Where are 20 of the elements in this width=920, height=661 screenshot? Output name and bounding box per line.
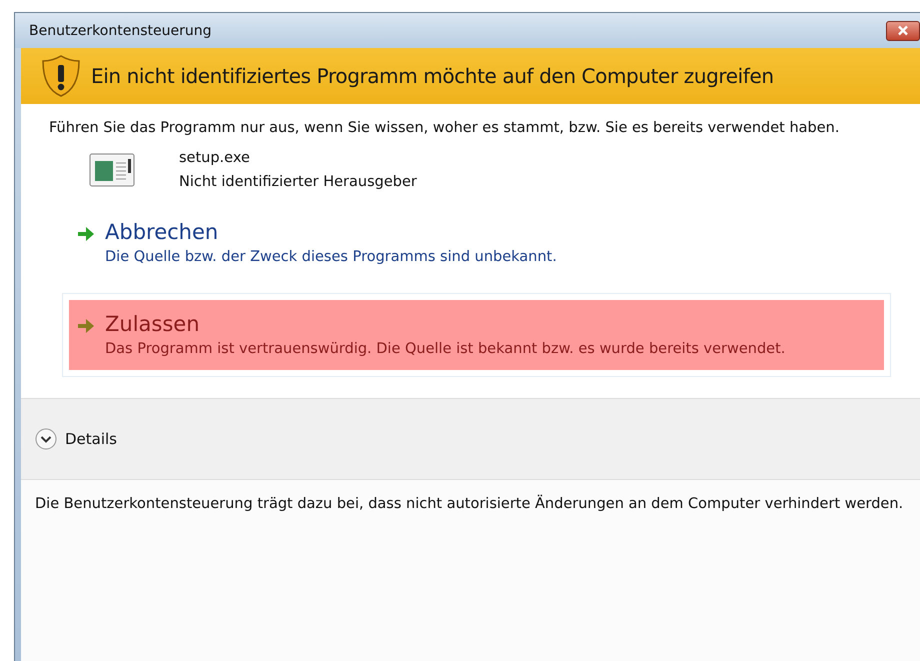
window-title: Benutzerkontensteuerung <box>29 22 212 38</box>
program-window-icon <box>89 153 135 187</box>
banner-heading: Ein nicht identifiziertes Programm möchte auf den Computer zugreifen <box>91 64 774 88</box>
program-name: setup.exe <box>179 149 251 168</box>
option-title: Zulassen <box>105 311 201 338</box>
warning-shield-icon <box>41 54 81 98</box>
arrow-icon <box>77 226 95 242</box>
option-title: Abbrechen <box>105 219 220 246</box>
option-description: Das Programm ist vertrauenswürdig. Die Quelle ist bekannt bzw. es wurde bereits verwendet. <box>105 340 786 359</box>
details-toggle[interactable]: Details <box>35 428 118 450</box>
publisher-text: Nicht identifizierter Herausgeber <box>179 173 417 192</box>
close-icon <box>896 25 910 36</box>
command-link-option[interactable]: Abbrechen Die Quelle bzw. der Zweck dieses Programms sind unbekannt. <box>63 208 890 280</box>
close-button[interactable] <box>886 20 920 40</box>
command-link-option[interactable]: Zulassen Das Programm ist vertrauenswürdig. Die Quelle ist bekannt bzw. es wurde bereits verwendet. <box>69 300 884 370</box>
option-description: Die Quelle bzw. der Zweck dieses Programms sind unbekannt. <box>105 248 557 267</box>
chevron-down-icon <box>35 428 57 450</box>
intro-text: Führen Sie das Programm nur aus, wenn Sie wissen, woher es stammt, bzw. Sie es bereits verwendet haben. <box>49 119 840 138</box>
arrow-icon <box>77 318 95 334</box>
footer-text: Die Benutzerkontensteuerung trägt dazu bei, dass nicht autorisierte Änderungen an dem Computer verhindert werden. <box>35 494 904 514</box>
